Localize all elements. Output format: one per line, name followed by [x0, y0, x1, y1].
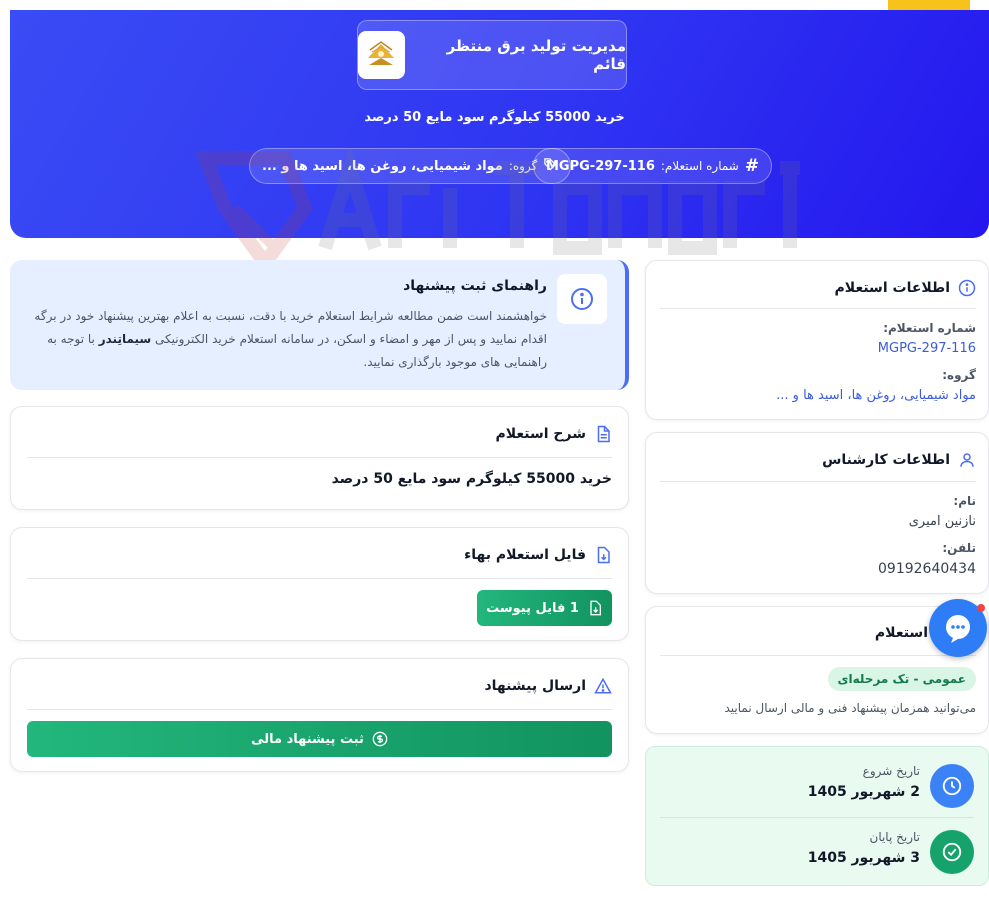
- hash-icon: #: [744, 156, 760, 176]
- expert-phone-label: تلفن:: [942, 541, 976, 555]
- submit-financial-offer-button[interactable]: ثبت پیشنهاد مالی: [27, 721, 612, 757]
- guide-text-brand: سیماتِندر: [98, 332, 152, 346]
- guide-text: خواهشمند است ضمن مطالعه شرایط استعلام خر…: [22, 305, 547, 374]
- inquiry-type-title: استعلام: [874, 625, 928, 641]
- submission-guide: راهنمای ثبت پیشنهاد خواهشمند است ضمن مطا…: [10, 260, 629, 390]
- inquiry-number-label: شماره استعلام:: [660, 159, 739, 173]
- attachment-button-label: 1 فایل پیوست: [486, 600, 579, 616]
- inquiry-type-note: می‌توانید همزمان پیشنهاد فنی و مالی ارسا…: [724, 701, 976, 715]
- group-link[interactable]: مواد شیمیایی، روغن ها، اسید ها و ...: [776, 388, 976, 403]
- user-icon: [960, 453, 974, 467]
- send-offer-header: ارسال پیشنهاد: [484, 677, 612, 695]
- inquiry-type-header: استعلام: [875, 625, 928, 641]
- submit-financial-offer-label: ثبت پیشنهاد مالی: [251, 731, 364, 747]
- warning-triangle-icon: [594, 677, 612, 694]
- expert-name-label: نام:: [953, 494, 976, 508]
- divider: [660, 481, 976, 482]
- group-pill: گروه: مواد شیمیایی، روغن ها، اسید ها و .…: [249, 148, 572, 184]
- end-date-value: 3 شهریور 1405: [807, 850, 920, 866]
- inquiry-number-link[interactable]: MGPG-297-116: [878, 341, 976, 356]
- organization-name: مدیریت تولید برق منتظر قائم: [446, 37, 626, 73]
- expert-info-header: اطلاعات کارشناس: [822, 451, 976, 469]
- chat-icon: [946, 615, 970, 643]
- accent-tab: [888, 0, 970, 10]
- divider: [660, 655, 976, 656]
- expert-info-title: اطلاعات کارشناس: [822, 452, 950, 468]
- dollar-icon: [372, 731, 388, 747]
- end-date-label: تاریخ پایان: [869, 830, 921, 844]
- price-file-title: فایل استعلام بهاء: [464, 547, 586, 563]
- description-header: شرح استعلام: [495, 425, 612, 443]
- check-circle-icon: [930, 830, 974, 874]
- guide-title: راهنمای ثبت پیشنهاد: [403, 278, 547, 294]
- inquiry-type-badge: عمومی - تک مرحله‌ای: [827, 667, 976, 691]
- tag-icon: [543, 157, 558, 175]
- expert-phone-value[interactable]: 09192640434: [878, 561, 976, 577]
- dates-card: تاریخ شروع 2 شهریور 1405 تاریخ پایان 3 ش…: [645, 746, 989, 886]
- info-icon: [958, 279, 976, 297]
- inquiry-number-label: شماره استعلام:: [883, 321, 976, 335]
- document-icon: [597, 425, 610, 443]
- inquiry-info-header: اطلاعات استعلام: [835, 279, 976, 297]
- group-value: مواد شیمیایی، روغن ها، اسید ها و ...: [262, 158, 503, 174]
- divider: [27, 457, 612, 458]
- description-card: شرح استعلام خرید 55000 کیلوگرم سود مایع …: [10, 406, 629, 510]
- notification-dot: [977, 604, 985, 612]
- group-label: گروه:: [942, 368, 976, 382]
- file-download-icon: [590, 600, 601, 616]
- hero-subtitle: خرید 55000 کیلوگرم سود مایع 50 درصد: [364, 110, 625, 125]
- price-file-card: فایل استعلام بهاء 1 فایل پیوست: [10, 527, 629, 641]
- inquiry-info-card: اطلاعات استعلام شماره استعلام: MGPG-297-…: [645, 260, 989, 420]
- description-text: خرید 55000 کیلوگرم سود مایع 50 درصد: [331, 471, 612, 487]
- description-title: شرح استعلام: [495, 426, 586, 442]
- send-offer-title: ارسال پیشنهاد: [484, 678, 586, 694]
- divider: [660, 817, 974, 818]
- group-label: گروه:: [508, 159, 538, 173]
- divider: [27, 578, 612, 579]
- organization-card: مدیریت تولید برق منتظر قائم: [357, 20, 627, 90]
- expert-name-value: نازنین امیری: [908, 514, 976, 529]
- inquiry-info-title: اطلاعات استعلام: [834, 280, 950, 296]
- price-file-header: فایل استعلام بهاء: [464, 546, 612, 564]
- inquiry-type-badge-wrap: عمومی - تک مرحله‌ای: [827, 667, 976, 691]
- send-offer-card: ارسال پیشنهاد ثبت پیشنهاد مالی: [10, 658, 629, 772]
- attachment-button[interactable]: 1 فایل پیوست: [477, 590, 612, 626]
- organization-logo: [358, 31, 405, 79]
- start-date-value: 2 شهریور 1405: [807, 784, 920, 800]
- clock-icon: [930, 764, 974, 808]
- divider: [27, 709, 612, 710]
- start-date-label: تاریخ شروع: [862, 764, 920, 778]
- file-download-icon: [597, 546, 610, 564]
- expert-info-card: اطلاعات کارشناس نام: نازنین امیری تلفن: …: [645, 432, 989, 594]
- info-icon: [557, 274, 607, 324]
- divider: [660, 308, 976, 309]
